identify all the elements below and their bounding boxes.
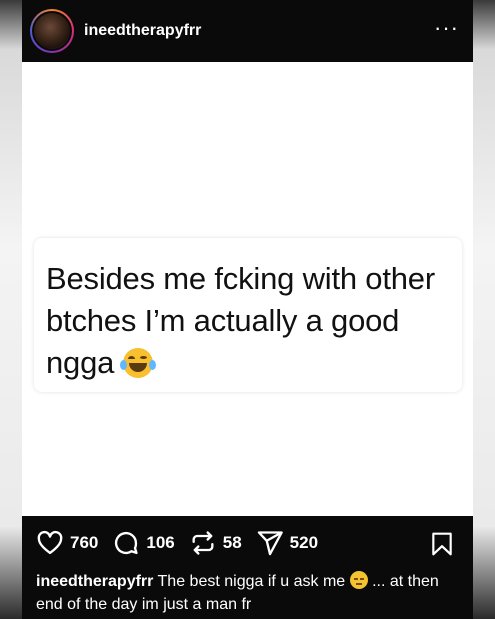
avatar-image (32, 11, 72, 51)
action-bar: 760 106 58 520 (36, 528, 332, 558)
like-button[interactable]: 760 (36, 529, 98, 557)
repost-icon (192, 531, 214, 555)
repost-button[interactable]: 58 (189, 529, 242, 557)
face-with-tears-of-joy-icon (119, 348, 156, 378)
comment-button[interactable]: 106 (112, 529, 175, 557)
comment-count: 106 (146, 533, 175, 552)
post-card: ineedtherapyfrr ··· Besides me fcking wi… (22, 0, 473, 619)
avatar[interactable] (30, 9, 74, 53)
post-image: Besides me fcking with other btches I’m … (22, 62, 473, 516)
post-footer: 760 106 58 520 ineedtherapyfrr The best … (22, 516, 473, 619)
header-username[interactable]: ineedtherapyfrr (84, 22, 201, 40)
heart-icon (37, 530, 63, 555)
comment-icon (115, 531, 139, 555)
background-blur-left (0, 0, 22, 619)
like-count: 760 (70, 533, 99, 552)
post-caption: ineedtherapyfrr The best nigga if u ask … (36, 570, 466, 616)
quote-card: Besides me fcking with other btches I’m … (34, 238, 462, 392)
more-options-icon[interactable]: ··· (434, 17, 459, 39)
repost-count: 58 (222, 533, 242, 552)
share-button[interactable]: 520 (256, 529, 318, 557)
caption-username[interactable]: ineedtherapyfrr (36, 573, 153, 590)
quote-text: Besides me fcking with other btches I’m … (46, 258, 450, 384)
bookmark-icon (432, 532, 452, 556)
caption-text-start: The best nigga if u ask me (157, 573, 346, 590)
save-button[interactable] (429, 530, 455, 563)
pensive-face-icon (349, 571, 368, 589)
share-count: 520 (289, 533, 319, 552)
quote-text-body: Besides me fcking with other btches I’m … (46, 261, 435, 380)
send-icon (257, 531, 283, 556)
post-header: ineedtherapyfrr ··· (22, 0, 473, 62)
background-blur-right (473, 0, 495, 619)
